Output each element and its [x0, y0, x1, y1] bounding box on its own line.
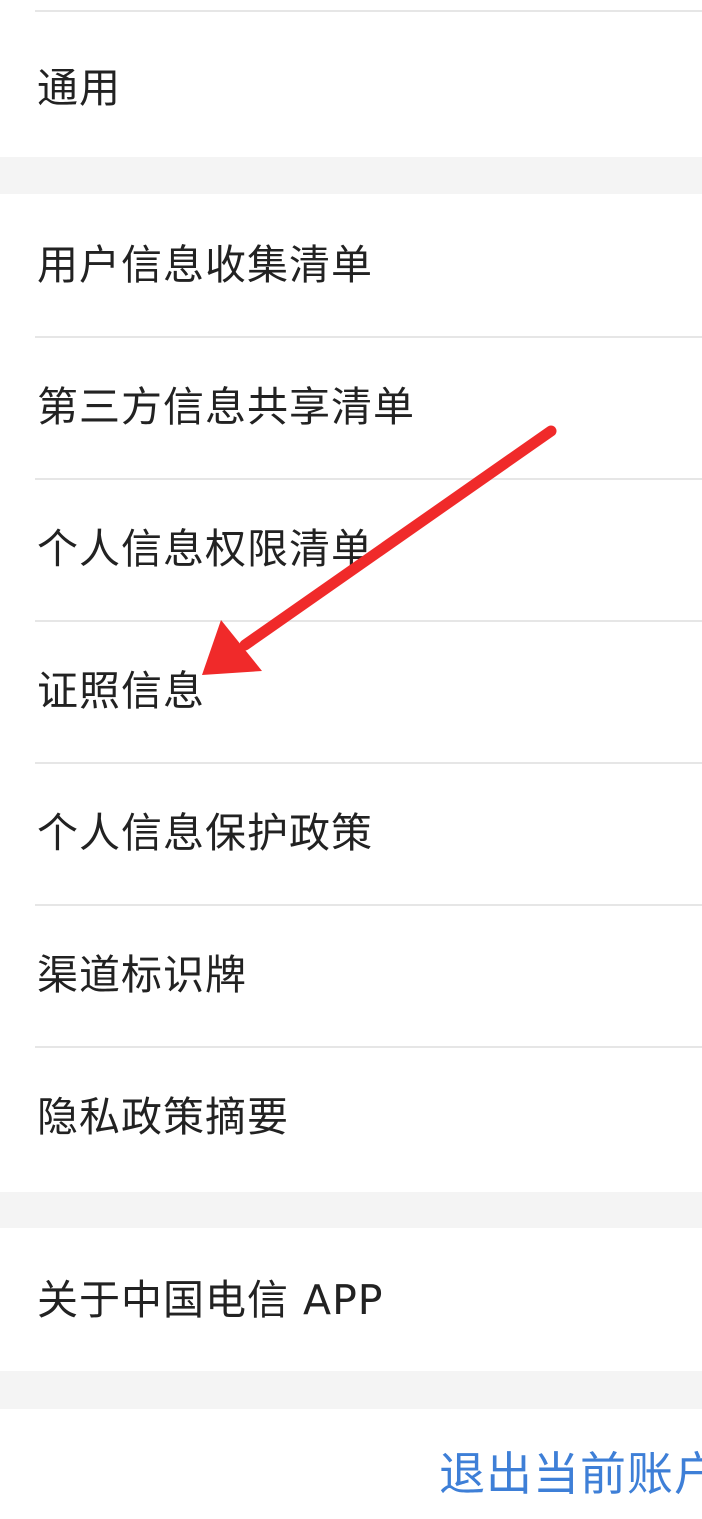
- menu-item-label: 第三方信息共享清单: [37, 383, 415, 431]
- menu-item-label: 个人信息保护政策: [37, 809, 373, 857]
- menu-item-label: 隐私政策摘要: [37, 1093, 289, 1141]
- menu-item-license-info[interactable]: 证照信息: [0, 620, 702, 762]
- menu-item-label: 证照信息: [37, 667, 205, 715]
- menu-item-channel-sign[interactable]: 渠道标识牌: [0, 904, 702, 1046]
- menu-item-third-party-sharing[interactable]: 第三方信息共享清单: [0, 336, 702, 478]
- menu-item-label: 个人信息权限清单: [37, 525, 373, 573]
- menu-item-label: 关于中国电信 APP: [37, 1275, 384, 1324]
- menu-item-label: 用户信息收集清单: [37, 241, 373, 289]
- logout-button[interactable]: 退出当前账户: [439, 1447, 702, 1501]
- settings-group-general: 通用: [0, 0, 702, 157]
- logout-section: 退出当前账户: [0, 1409, 702, 1519]
- menu-item-privacy-protection[interactable]: 个人信息保护政策: [0, 762, 702, 904]
- menu-item-user-info-collection[interactable]: 用户信息收集清单: [0, 194, 702, 336]
- menu-item-label: 通用: [37, 64, 121, 112]
- menu-item-privacy-summary[interactable]: 隐私政策摘要: [0, 1046, 702, 1188]
- menu-item-general[interactable]: 通用: [0, 0, 702, 157]
- menu-item-personal-permissions[interactable]: 个人信息权限清单: [0, 478, 702, 620]
- settings-group-about: 关于中国电信 APP: [0, 1228, 702, 1371]
- menu-item-about[interactable]: 关于中国电信 APP: [0, 1228, 702, 1371]
- menu-item-label: 渠道标识牌: [37, 951, 247, 999]
- settings-group-privacy: 用户信息收集清单 第三方信息共享清单 个人信息权限清单 证照信息 个人信息保护政…: [0, 194, 702, 1192]
